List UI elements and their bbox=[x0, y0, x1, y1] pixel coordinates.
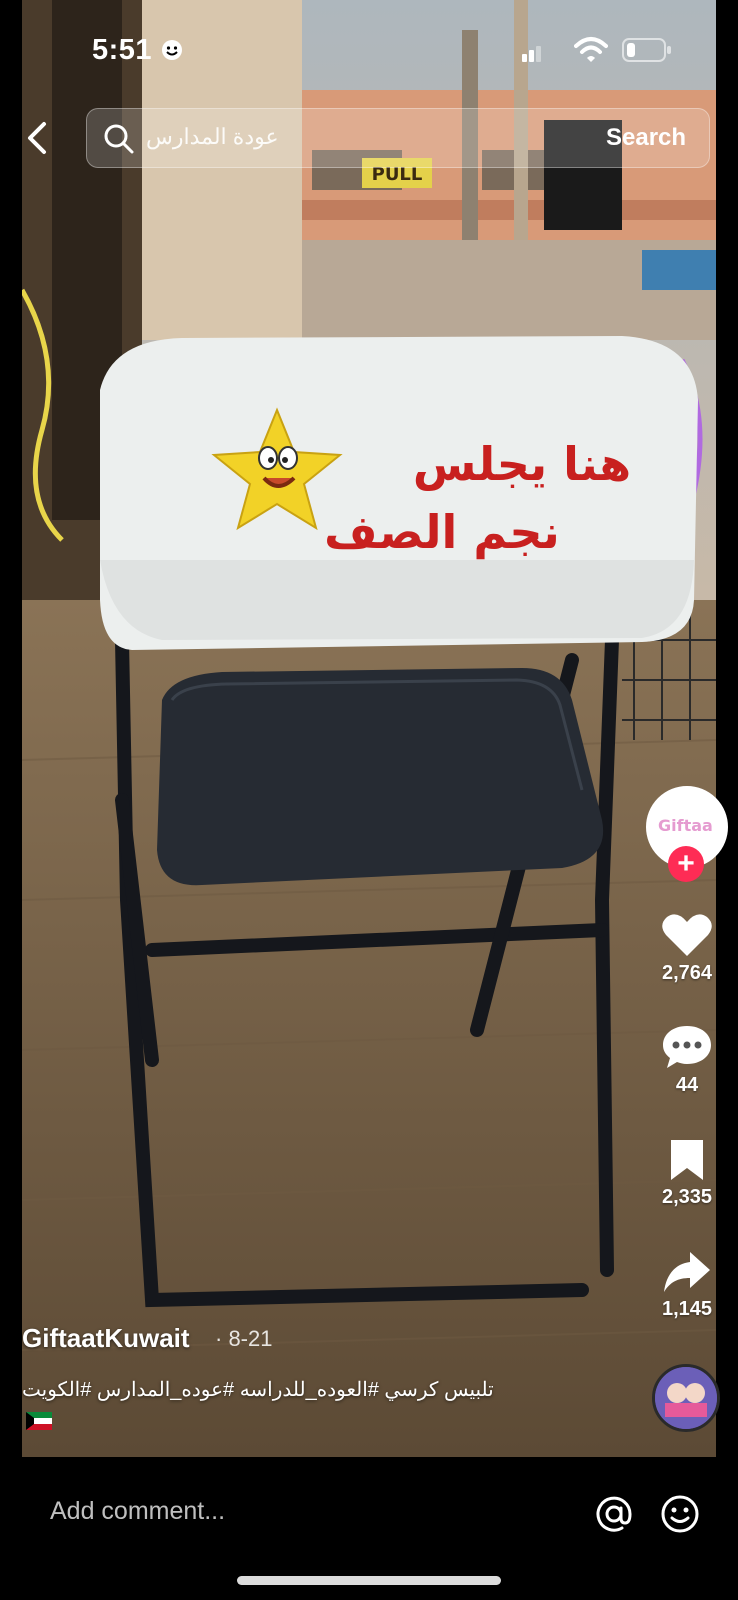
bookmark-icon bbox=[671, 1140, 703, 1180]
share-button[interactable]: 1,145 bbox=[650, 1250, 724, 1321]
share-count: 1,145 bbox=[661, 1298, 713, 1320]
status-time: 5:51 bbox=[92, 34, 153, 66]
smiley-icon bbox=[162, 40, 182, 60]
status-bar: 5:51 bbox=[0, 0, 738, 100]
like-button[interactable]: 2,764 bbox=[650, 912, 724, 985]
post-date: · 8-21 bbox=[215, 1326, 273, 1351]
signal-icon bbox=[522, 46, 541, 62]
emoji-icon[interactable] bbox=[660, 1494, 700, 1534]
kuwait-flag-icon bbox=[26, 1412, 52, 1430]
post-caption[interactable]: تلبيس كرسي #العوده_للدراسه #عوده_المدارس… bbox=[22, 1377, 494, 1402]
heart-icon bbox=[662, 914, 712, 956]
music-disc-art bbox=[655, 1367, 717, 1429]
at-icon[interactable] bbox=[594, 1494, 634, 1534]
save-count: 2,335 bbox=[661, 1186, 713, 1208]
video-frame: PULL هنا يجلس نجم الصف bbox=[22, 0, 716, 1457]
music-disc[interactable] bbox=[652, 1364, 720, 1432]
search-button[interactable]: Search bbox=[606, 124, 686, 152]
chair-text-line2: نجم الصف bbox=[324, 505, 560, 559]
avatar-logo-text: Giftaa bbox=[658, 816, 713, 835]
follow-button[interactable]: + bbox=[668, 846, 704, 882]
video-player[interactable]: PULL هنا يجلس نجم الصف bbox=[22, 0, 716, 1457]
search-input[interactable]: عودة المدارس bbox=[146, 124, 279, 150]
home-indicator[interactable] bbox=[237, 1576, 501, 1585]
back-icon[interactable] bbox=[22, 118, 54, 158]
comment-count: 44 bbox=[675, 1074, 699, 1096]
wifi-icon bbox=[574, 37, 608, 62]
comment-input[interactable]: Add comment... bbox=[50, 1497, 225, 1526]
search-icon bbox=[104, 124, 134, 154]
chair-text-line1: هنا يجلس bbox=[413, 437, 631, 491]
like-count: 2,764 bbox=[661, 962, 713, 984]
creator-username[interactable]: GiftaatKuwait bbox=[22, 1323, 190, 1354]
save-button[interactable]: 2,335 bbox=[650, 1138, 724, 1209]
share-icon bbox=[664, 1252, 710, 1292]
comment-button[interactable]: 44 bbox=[650, 1024, 724, 1097]
battery-icon bbox=[622, 38, 671, 62]
comment-icon bbox=[663, 1026, 711, 1068]
